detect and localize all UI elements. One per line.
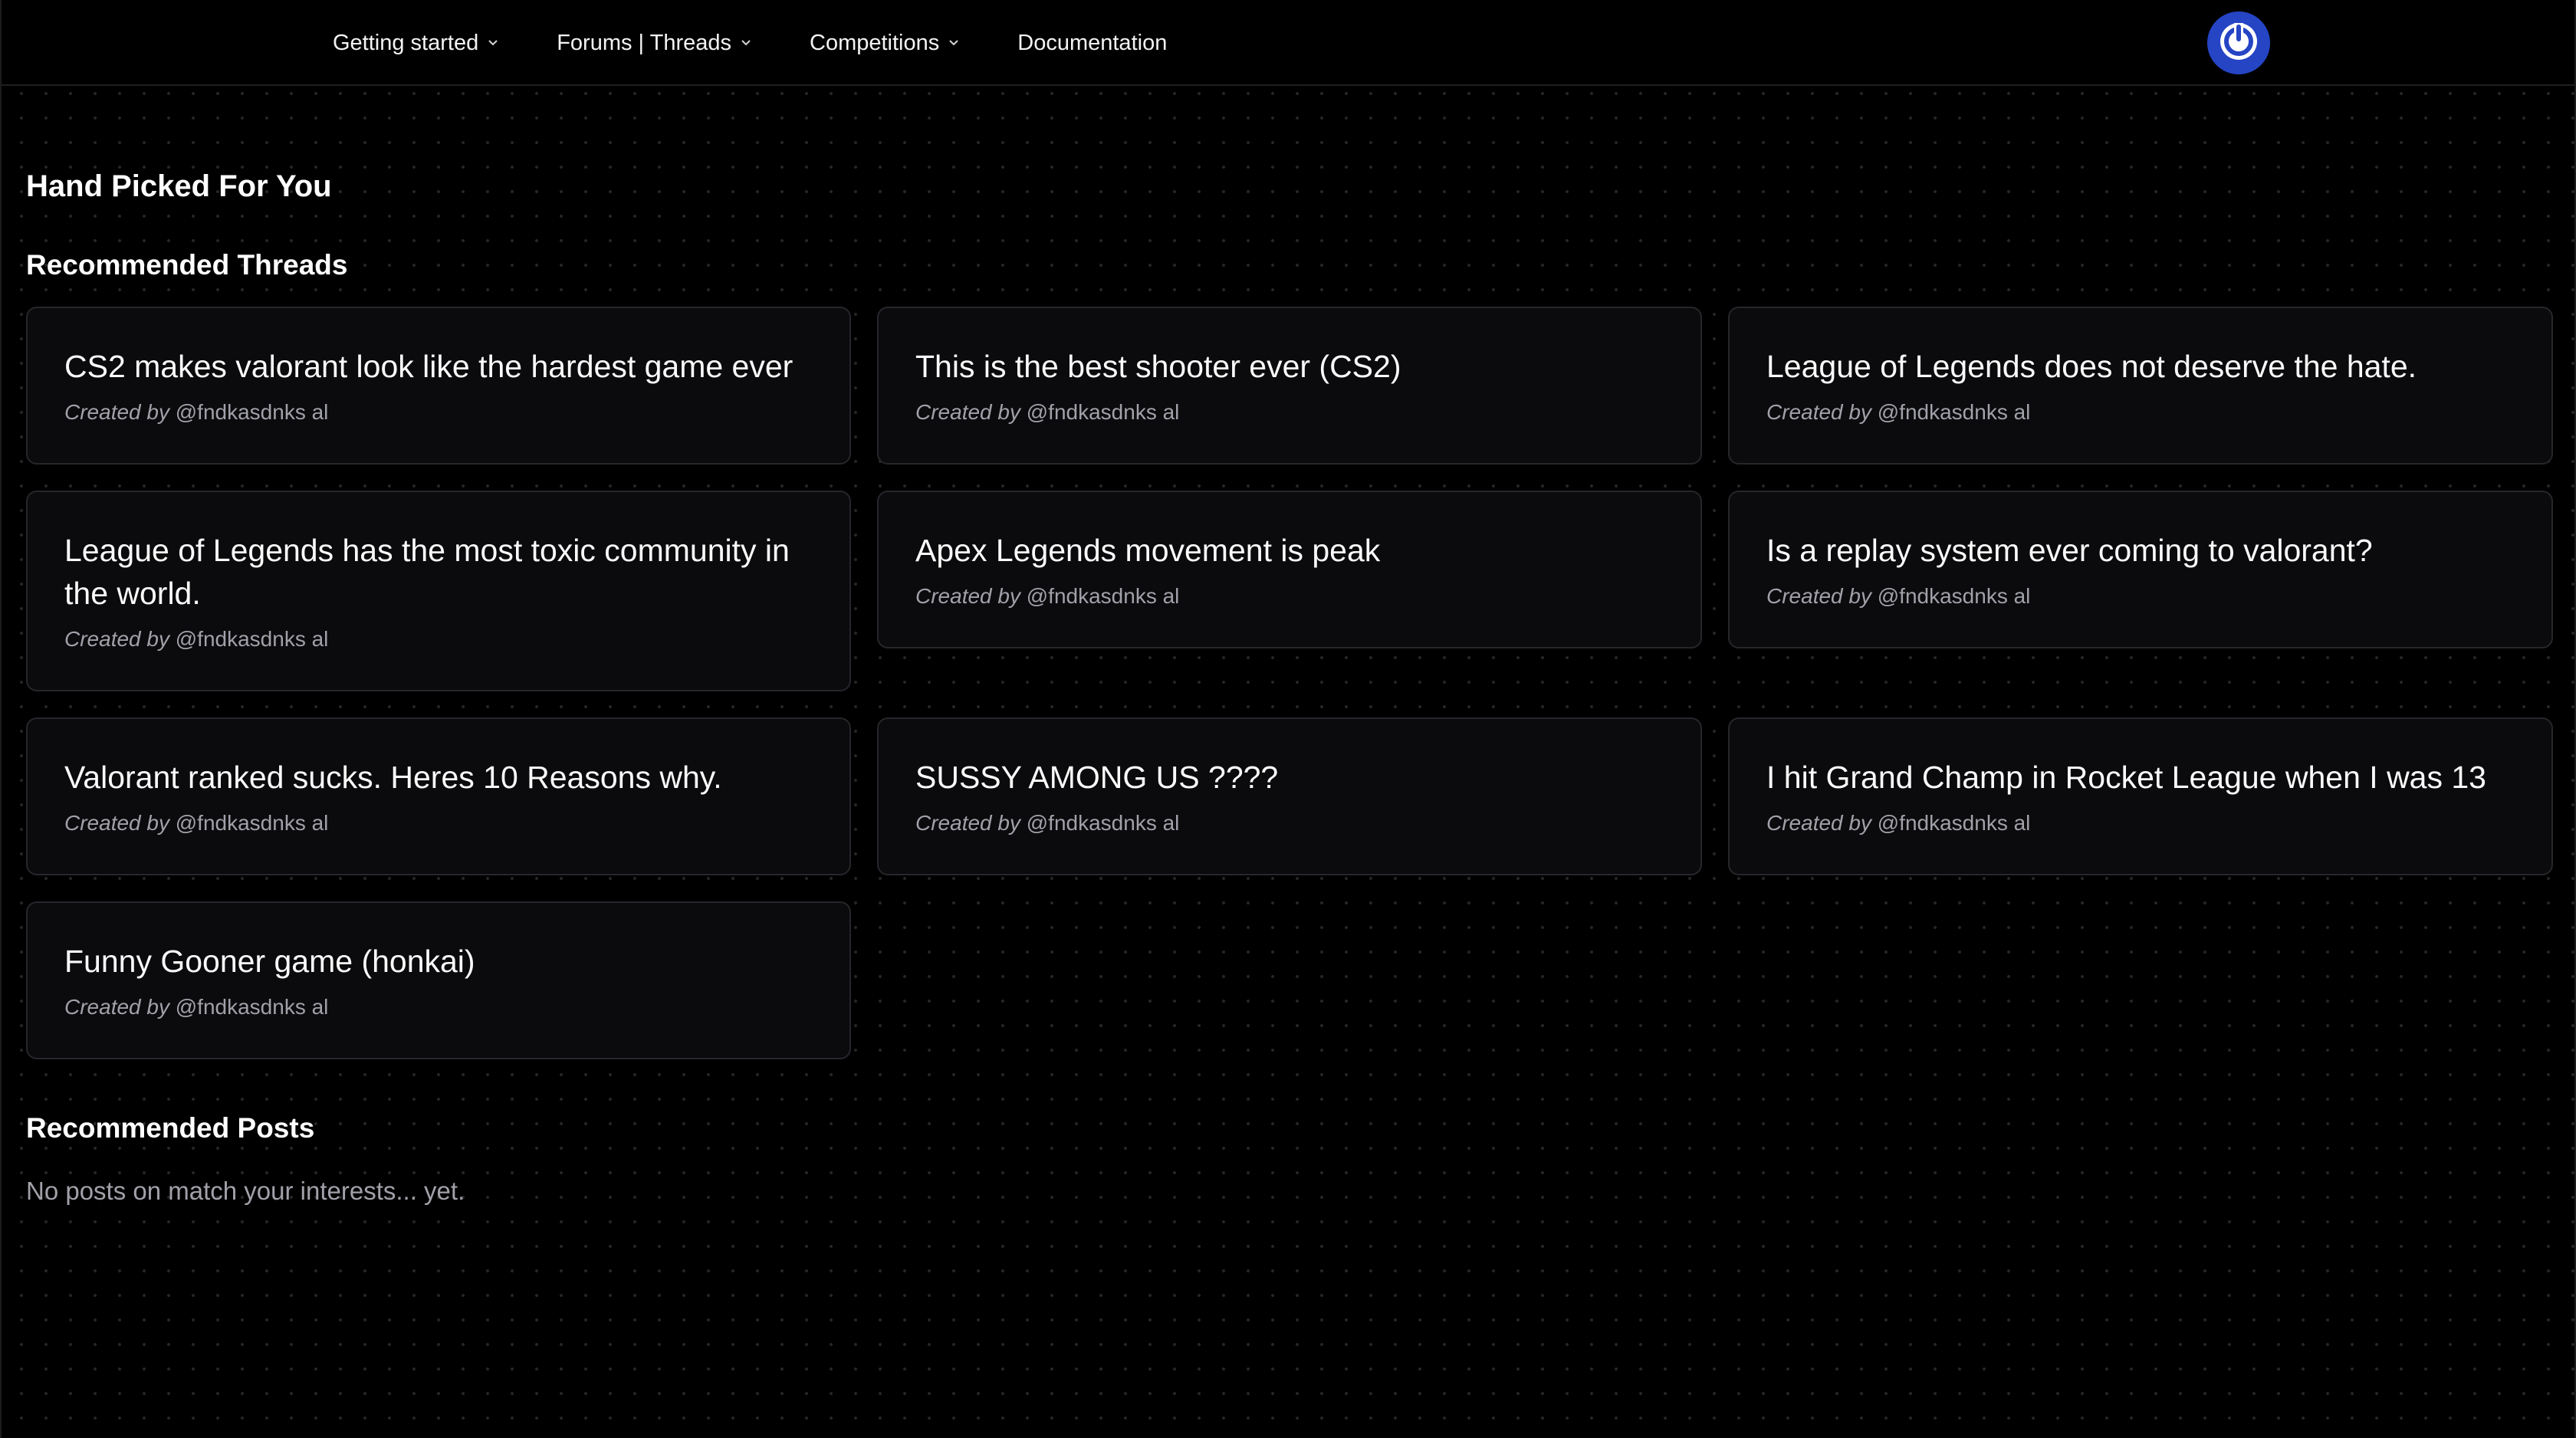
thread-card[interactable]: Apex Legends movement is peak Created by…	[877, 491, 1702, 648]
thread-title: Apex Legends movement is peak	[915, 533, 1381, 568]
created-by-label: Created by	[64, 995, 169, 1019]
empty-posts-message: No posts on match your interests... yet.	[26, 1177, 465, 1205]
thread-author: @fndkasdnks al	[1026, 811, 1180, 835]
thread-meta: Created by @fndkasdnks al	[915, 583, 1664, 610]
thread-title: Valorant ranked sucks. Heres 10 Reasons …	[64, 760, 722, 795]
chevron-down-icon	[739, 36, 753, 50]
created-by-label: Created by	[915, 400, 1020, 424]
chevron-down-icon	[947, 36, 961, 50]
thread-author: @fndkasdnks al	[1877, 811, 2031, 835]
recommended-threads-heading: Recommended Threads	[26, 249, 348, 281]
thread-title: Funny Gooner game (honkai)	[64, 944, 475, 979]
nav-item-label: Competitions	[810, 30, 940, 55]
thread-title: Is a replay system ever coming to valora…	[1766, 533, 2373, 568]
main-content: Hand Picked For You Recommended Threads …	[26, 169, 2553, 1207]
threads-grid: CS2 makes valorant look like the hardest…	[26, 307, 2553, 1059]
thread-card[interactable]: SUSSY AMONG US ???? Created by @fndkasdn…	[877, 717, 1702, 875]
recommended-posts-heading: Recommended Posts	[26, 1112, 315, 1144]
thread-meta: Created by @fndkasdnks al	[1766, 809, 2515, 837]
created-by-label: Created by	[1766, 400, 1871, 424]
page: Getting started Forums | Threads Competi…	[0, 0, 2576, 1438]
nav-item-label: Getting started	[333, 30, 479, 55]
thread-author: @fndkasdnks al	[1026, 584, 1180, 608]
thread-meta: Created by @fndkasdnks al	[64, 399, 813, 426]
created-by-label: Created by	[64, 811, 169, 835]
thread-meta: Created by @fndkasdnks al	[64, 625, 813, 653]
thread-title: This is the best shooter ever (CS2)	[915, 349, 1401, 384]
thread-card[interactable]: Funny Gooner game (honkai) Created by @f…	[26, 901, 851, 1059]
thread-card[interactable]: League of Legends does not deserve the h…	[1728, 307, 2553, 465]
thread-meta: Created by @fndkasdnks al	[1766, 399, 2515, 426]
created-by-label: Created by	[64, 627, 169, 651]
thread-author: @fndkasdnks al	[175, 995, 329, 1019]
thread-card[interactable]: CS2 makes valorant look like the hardest…	[26, 307, 851, 465]
nav-getting-started[interactable]: Getting started	[333, 31, 500, 56]
thread-author: @fndkasdnks al	[1026, 400, 1180, 424]
thread-meta: Created by @fndkasdnks al	[915, 399, 1664, 426]
power-button[interactable]	[2207, 11, 2270, 74]
page-title: Hand Picked For You	[26, 169, 332, 203]
thread-title: CS2 makes valorant look like the hardest…	[64, 349, 794, 384]
nav-forums-threads[interactable]: Forums | Threads	[557, 31, 753, 56]
thread-card[interactable]: This is the best shooter ever (CS2) Crea…	[877, 307, 1702, 465]
top-navbar: Getting started Forums | Threads Competi…	[2, 0, 2574, 86]
nav-competitions[interactable]: Competitions	[810, 31, 961, 56]
thread-author: @fndkasdnks al	[175, 400, 329, 424]
thread-card[interactable]: Valorant ranked sucks. Heres 10 Reasons …	[26, 717, 851, 875]
created-by-label: Created by	[1766, 584, 1871, 608]
thread-meta: Created by @fndkasdnks al	[64, 993, 813, 1021]
main-nav: Getting started Forums | Threads Competi…	[333, 0, 1224, 86]
thread-meta: Created by @fndkasdnks al	[64, 809, 813, 837]
thread-meta: Created by @fndkasdnks al	[915, 809, 1664, 837]
thread-author: @fndkasdnks al	[175, 627, 329, 651]
created-by-label: Created by	[1766, 811, 1871, 835]
thread-card[interactable]: Is a replay system ever coming to valora…	[1728, 491, 2553, 648]
power-icon	[2217, 20, 2260, 67]
nav-item-label: Forums | Threads	[557, 30, 732, 55]
thread-card[interactable]: I hit Grand Champ in Rocket League when …	[1728, 717, 2553, 875]
thread-title: League of Legends does not deserve the h…	[1766, 349, 2417, 384]
thread-title: League of Legends has the most toxic com…	[64, 533, 790, 611]
thread-title: I hit Grand Champ in Rocket League when …	[1766, 760, 2486, 795]
nav-item-label: Documentation	[1017, 30, 1168, 55]
chevron-down-icon	[486, 36, 500, 50]
created-by-label: Created by	[64, 400, 169, 424]
thread-author: @fndkasdnks al	[175, 811, 329, 835]
created-by-label: Created by	[915, 811, 1020, 835]
created-by-label: Created by	[915, 584, 1020, 608]
thread-meta: Created by @fndkasdnks al	[1766, 583, 2515, 610]
thread-card[interactable]: League of Legends has the most toxic com…	[26, 491, 851, 691]
thread-title: SUSSY AMONG US ????	[915, 760, 1279, 795]
thread-author: @fndkasdnks al	[1877, 400, 2031, 424]
thread-author: @fndkasdnks al	[1877, 584, 2031, 608]
nav-documentation[interactable]: Documentation	[1017, 31, 1167, 56]
